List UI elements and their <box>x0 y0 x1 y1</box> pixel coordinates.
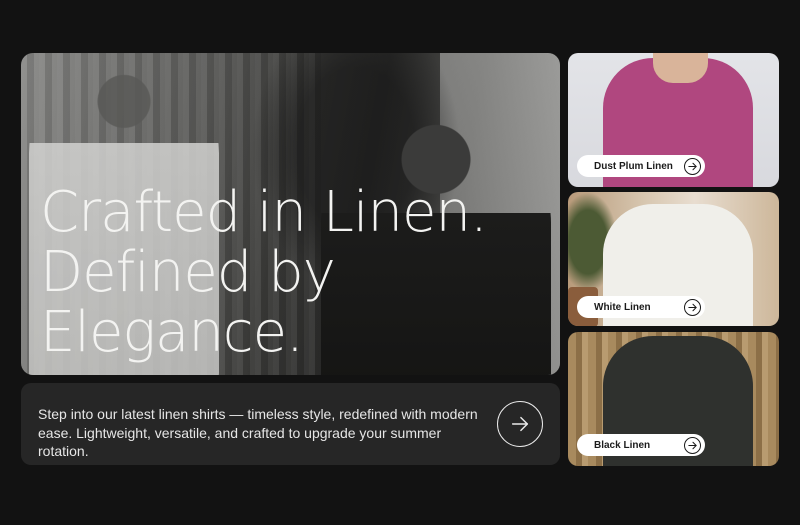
product-link-black[interactable]: Black Linen <box>577 434 705 456</box>
product-card-white[interactable]: White Linen <box>568 192 779 326</box>
product-label: Dust Plum Linen <box>594 160 673 172</box>
product-link-dust-plum[interactable]: Dust Plum Linen <box>577 155 705 177</box>
product-model-neck <box>653 53 708 83</box>
product-link-white[interactable]: White Linen <box>577 296 705 318</box>
product-label: White Linen <box>594 301 651 313</box>
description-text: Step into our latest linen shirts — time… <box>38 406 478 459</box>
arrow-right-icon <box>511 416 529 432</box>
arrow-right-icon <box>684 436 701 454</box>
headline-line-2: Defined by <box>40 240 336 305</box>
product-card-black[interactable]: Black Linen <box>568 332 779 466</box>
product-label: Black Linen <box>594 439 651 451</box>
description-card: Step into our latest linen shirts — time… <box>21 383 560 465</box>
arrow-right-icon <box>684 157 701 175</box>
headline-line-1: Crafted in Linen. <box>40 180 488 245</box>
explore-button[interactable] <box>497 401 543 447</box>
headline-line-3: Elegance. <box>40 300 304 365</box>
product-card-dust-plum[interactable]: Dust Plum Linen <box>568 53 779 187</box>
hero-headline: Crafted in Linen. Defined by Elegance. <box>40 183 560 363</box>
arrow-right-icon <box>684 298 701 316</box>
